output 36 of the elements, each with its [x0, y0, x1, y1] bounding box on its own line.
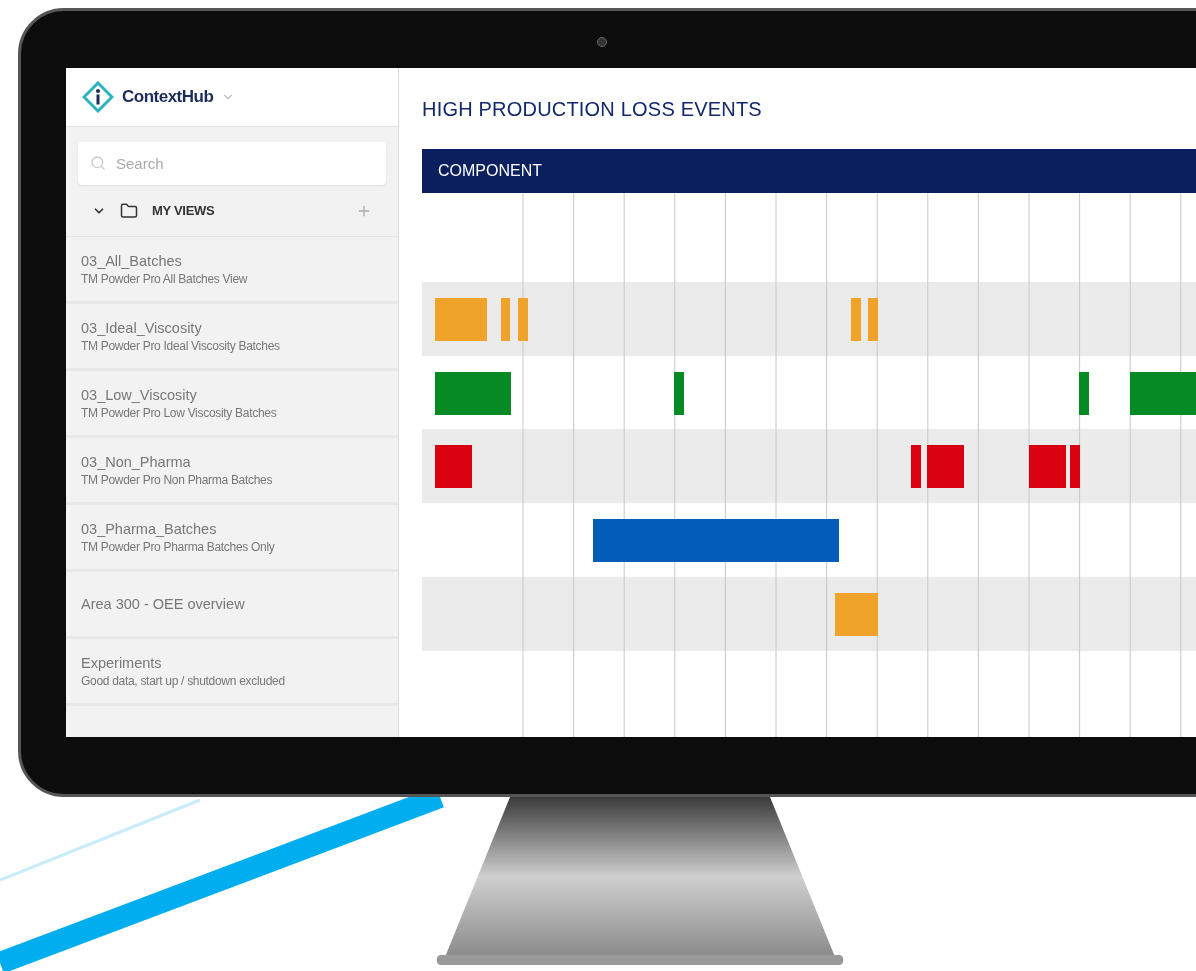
event-bar [851, 298, 861, 341]
event-bar [674, 372, 684, 415]
event-bar [1029, 445, 1066, 488]
view-subtitle: Good data, start up / shutdown excluded [81, 673, 286, 689]
search-icon [90, 155, 106, 171]
event-bar [1070, 445, 1080, 488]
view-subtitle: TM Powder Pro Low Viscosity Batches [81, 405, 278, 421]
event-bar [927, 445, 964, 488]
app-name: ContextHub [122, 86, 214, 109]
search-field[interactable]: Search [78, 142, 386, 185]
page-title: HIGH PRODUCTION LOSS EVENTS [422, 96, 762, 122]
view-title: 03_Pharma_Batches [81, 520, 218, 539]
view-title: 03_Ideal_Viscosity [81, 319, 203, 338]
view-title: Area 300 - OEE overview [81, 595, 246, 614]
event-bar [1079, 372, 1089, 415]
camera-icon [597, 37, 607, 47]
column-header: COMPONENT [438, 161, 542, 181]
event-bar [518, 298, 528, 341]
folder-icon [120, 201, 138, 220]
view-title: 03_Low_Viscosity [81, 386, 198, 405]
event-bar [911, 445, 921, 488]
logo-icon [82, 81, 114, 113]
view-subtitle: TM Powder Pro Ideal Viscosity Batches [81, 338, 281, 354]
section-label: MY VIEWS [152, 201, 215, 220]
event-bar [1130, 372, 1196, 415]
view-subtitle: TM Powder Pro All Batches View [81, 271, 249, 287]
view-title: 03_All_Batches [81, 252, 183, 271]
view-subtitle: TM Powder Pro Pharma Batches Only [81, 539, 276, 555]
event-bar [501, 298, 510, 341]
view-title: Experiments [81, 654, 163, 673]
event-bar [435, 298, 487, 341]
view-title: 03_Non_Pharma [81, 453, 192, 472]
event-bar [435, 445, 472, 488]
event-bar [868, 298, 878, 341]
event-bar [835, 593, 878, 636]
view-subtitle: TM Powder Pro Non Pharma Batches [81, 472, 274, 488]
